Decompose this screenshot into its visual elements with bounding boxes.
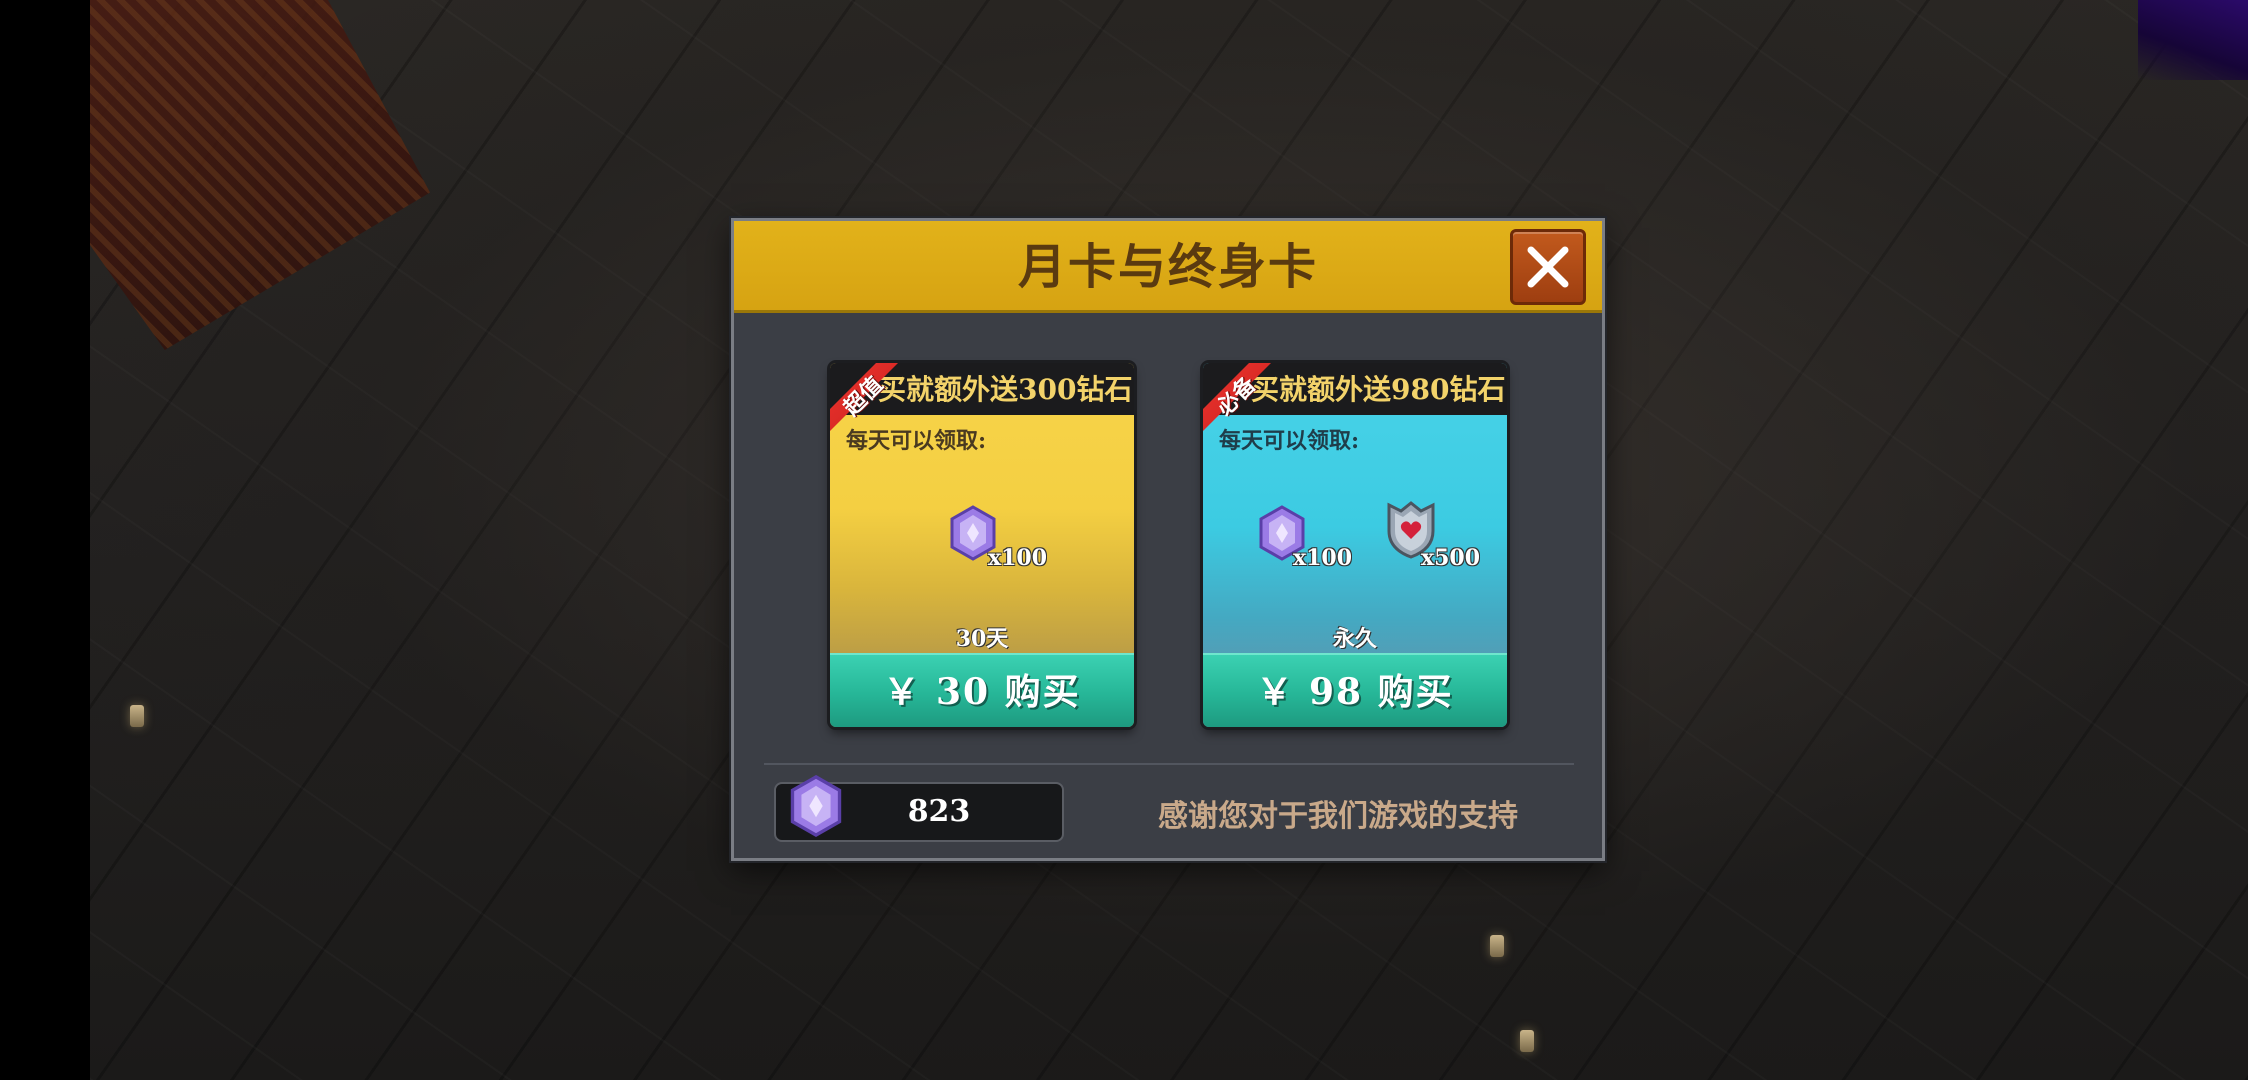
card-headline: 买就额外送300钻石	[878, 373, 1133, 406]
buy-lifetime-button[interactable]: ￥ 98 购买	[1203, 653, 1507, 727]
buy-monthly-button[interactable]: ￥ 30 购买	[830, 653, 1134, 727]
candle	[1490, 935, 1504, 957]
daily-claim-label: 每天可以领取:	[1219, 428, 1360, 454]
portal-glow	[2138, 0, 2248, 80]
diamond-balance: 823	[774, 774, 1064, 842]
card-headline: 买就额外送980钻石	[1251, 373, 1506, 406]
candle	[1520, 1030, 1534, 1052]
lifetime-card: 买就额外送980钻石 必备 每天可以领取: x100 x500 永久 ￥ 98 …	[1203, 363, 1507, 727]
close-x-icon	[1527, 246, 1569, 288]
reward-quantity: x100	[988, 545, 1048, 571]
reward-quantity: x500	[1421, 545, 1481, 571]
daily-claim-label: 每天可以领取:	[846, 428, 987, 454]
thanks-message: 感谢您对于我们游戏的支持	[1158, 799, 1518, 834]
divider	[764, 763, 1574, 765]
close-button[interactable]	[1510, 229, 1586, 305]
reward-quantity: x100	[1293, 545, 1353, 571]
monthly-lifetime-card-dialog: 月卡与终身卡 买就额外送300钻石 超值 每天可以领取: x100 30天 ￥ …	[731, 218, 1605, 861]
dialog-title: 月卡与终身卡	[1017, 239, 1318, 295]
candle	[130, 705, 144, 727]
balance-value: 823	[907, 794, 971, 829]
card-duration: 永久	[1332, 626, 1377, 652]
card-duration: 30天	[955, 626, 1009, 652]
monthly-card: 买就额外送300钻石 超值 每天可以领取: x100 30天 ￥ 30 购买	[830, 363, 1134, 727]
